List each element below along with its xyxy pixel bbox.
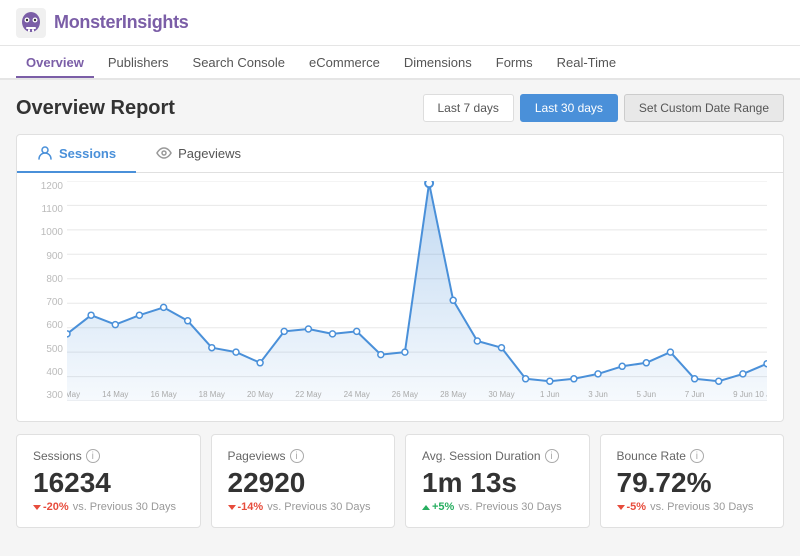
y-label-400: 400 [21, 367, 63, 378]
svg-text:14 May: 14 May [102, 390, 128, 399]
stat-card-bounce-rate: Bounce Rate i 79.72% -5% vs. Previous 30… [600, 434, 785, 528]
chart-tab-pageviews[interactable]: Pageviews [136, 135, 261, 173]
svg-text:22 May: 22 May [295, 390, 321, 399]
stat-label-pageviews: Pageviews i [228, 449, 379, 463]
stat-value-avg-session: 1m 13s [422, 469, 573, 497]
bounce-rate-info-icon[interactable]: i [690, 449, 704, 463]
sessions-arrow-down [33, 505, 41, 510]
svg-text:26 May: 26 May [392, 390, 418, 399]
chart-tab-sessions[interactable]: Sessions [17, 135, 136, 173]
stat-value-pageviews: 22920 [228, 469, 379, 497]
pageviews-change: -14% [228, 501, 264, 513]
logo-icon [16, 8, 46, 38]
y-label-700: 700 [21, 297, 63, 308]
y-label-600: 600 [21, 320, 63, 331]
svg-text:12 May: 12 May [67, 390, 80, 399]
pageviews-info-icon[interactable]: i [290, 449, 304, 463]
nav-item-realtime[interactable]: Real-Time [547, 49, 626, 78]
svg-text:5 Jun: 5 Jun [637, 390, 657, 399]
y-label-900: 900 [21, 251, 63, 262]
chart-tabs: Sessions Pageviews [17, 135, 783, 173]
report-header: Overview Report Last 7 days Last 30 days… [16, 94, 784, 122]
y-label-1200: 1200 [21, 181, 63, 192]
date-last-30[interactable]: Last 30 days [520, 94, 618, 122]
svg-text:30 May: 30 May [488, 390, 514, 399]
main-nav: Overview Publishers Search Console eComm… [0, 46, 800, 80]
logo: MonsterInsights [16, 8, 189, 38]
nav-item-forms[interactable]: Forms [486, 49, 543, 78]
avg-session-arrow-up [422, 505, 430, 510]
stat-label-sessions: Sessions i [33, 449, 184, 463]
y-axis: 1200 1100 1000 900 800 700 600 500 400 3… [21, 181, 63, 401]
stat-comparison-pageviews: -14% vs. Previous 30 Days [228, 501, 379, 513]
stat-label-bounce-rate: Bounce Rate i [617, 449, 768, 463]
y-label-1000: 1000 [21, 227, 63, 238]
date-controls: Last 7 days Last 30 days Set Custom Date… [423, 94, 785, 122]
report-title: Overview Report [16, 97, 175, 120]
stat-label-avg-session: Avg. Session Duration i [422, 449, 573, 463]
stat-value-bounce-rate: 79.72% [617, 469, 768, 497]
svg-text:16 May: 16 May [150, 390, 176, 399]
chart-container: Sessions Pageviews 1200 1100 1000 900 80… [16, 134, 784, 422]
stat-value-sessions: 16234 [33, 469, 184, 497]
stat-card-avg-session: Avg. Session Duration i 1m 13s +5% vs. P… [405, 434, 590, 528]
y-label-1100: 1100 [21, 204, 63, 215]
main-content: Overview Report Last 7 days Last 30 days… [0, 80, 800, 556]
nav-item-ecommerce[interactable]: eCommerce [299, 49, 390, 78]
svg-text:9 Jun: 9 Jun [733, 390, 753, 399]
date-last-7[interactable]: Last 7 days [423, 94, 514, 122]
svg-text:28 May: 28 May [440, 390, 466, 399]
sessions-info-icon[interactable]: i [86, 449, 100, 463]
stat-comparison-avg-session: +5% vs. Previous 30 Days [422, 501, 573, 513]
nav-item-dimensions[interactable]: Dimensions [394, 49, 482, 78]
stat-card-pageviews: Pageviews i 22920 -14% vs. Previous 30 D… [211, 434, 396, 528]
pageviews-arrow-down [228, 505, 236, 510]
eye-icon [156, 145, 172, 161]
stats-row: Sessions i 16234 -20% vs. Previous 30 Da… [16, 434, 784, 528]
bounce-rate-arrow-down [617, 505, 625, 510]
line-chart-svg: 12 May 14 May 16 May 18 May 20 May 22 Ma… [67, 181, 767, 401]
app-header: MonsterInsights [0, 0, 800, 46]
y-label-500: 500 [21, 344, 63, 355]
chart-area-fill [67, 183, 767, 401]
svg-text:18 May: 18 May [199, 390, 225, 399]
bounce-rate-change: -5% [617, 501, 647, 513]
svg-text:24 May: 24 May [344, 390, 370, 399]
svg-text:10 Jun: 10 Jun [755, 390, 767, 399]
svg-text:3 Jun: 3 Jun [588, 390, 608, 399]
nav-item-overview[interactable]: Overview [16, 49, 94, 78]
svg-text:20 May: 20 May [247, 390, 273, 399]
stat-comparison-sessions: -20% vs. Previous 30 Days [33, 501, 184, 513]
nav-item-search-console[interactable]: Search Console [183, 49, 296, 78]
person-icon [37, 145, 53, 161]
stat-card-sessions: Sessions i 16234 -20% vs. Previous 30 Da… [16, 434, 201, 528]
svg-text:1 Jun: 1 Jun [540, 390, 560, 399]
y-label-800: 800 [21, 274, 63, 285]
stat-comparison-bounce-rate: -5% vs. Previous 30 Days [617, 501, 768, 513]
sessions-tab-label: Sessions [59, 146, 116, 161]
app-name: MonsterInsights [54, 12, 189, 33]
avg-session-change: +5% [422, 501, 454, 513]
y-label-300: 300 [21, 390, 63, 401]
date-custom[interactable]: Set Custom Date Range [624, 94, 784, 122]
avg-session-info-icon[interactable]: i [545, 449, 559, 463]
sessions-change: -20% [33, 501, 69, 513]
pageviews-tab-label: Pageviews [178, 146, 241, 161]
nav-item-publishers[interactable]: Publishers [98, 49, 179, 78]
svg-text:7 Jun: 7 Jun [685, 390, 705, 399]
chart-area: 1200 1100 1000 900 800 700 600 500 400 3… [17, 173, 783, 421]
